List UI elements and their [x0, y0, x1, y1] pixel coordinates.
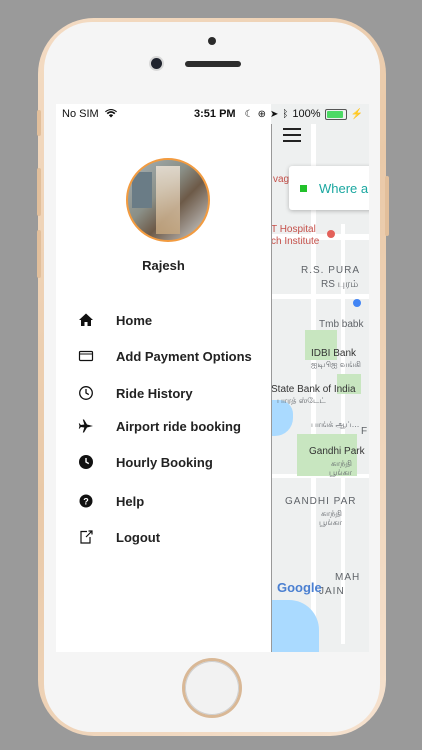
map-label: T Hospital — [271, 224, 316, 235]
map-label: IDBI Bank — [311, 348, 357, 359]
map-label: பாரத் ஸ்டேட் — [277, 396, 326, 405]
menu-item-label: Ride History — [116, 385, 193, 401]
clock-time: 3:51 PM — [194, 108, 236, 120]
destination-search-box[interactable]: Where ar — [289, 166, 369, 210]
place-pin-icon[interactable] — [353, 299, 361, 307]
map-label: ch Institute — [271, 236, 320, 247]
mute-switch — [37, 110, 41, 136]
moon-icon: ☾ — [244, 108, 254, 120]
map-label: ஐடிபிஐ வங்கி — [311, 360, 361, 369]
map-label: பூங்கா — [319, 518, 343, 527]
menu-item-label: Logout — [116, 529, 161, 545]
map-label: MAH — [335, 572, 361, 583]
menu-item-home[interactable]: Home — [78, 308, 268, 332]
carrier-label: No SIM — [62, 108, 99, 120]
screen: No SIM 3:51 PM ☾ ⊕ ➤ ᛒ 100% ⚡ vaga T Hos… — [56, 104, 369, 652]
charging-icon: ⚡ — [350, 108, 363, 120]
map-label: State Bank of India — [271, 384, 356, 395]
home-button[interactable] — [185, 661, 239, 715]
status-bar: No SIM 3:51 PM ☾ ⊕ ➤ ᛒ 100% ⚡ — [56, 104, 369, 124]
menu-item-label: Home — [116, 312, 153, 328]
map-label: பூங்கா — [329, 468, 353, 477]
rotation-lock-icon: ⊕ — [257, 108, 267, 120]
map-label: Gandhi Park — [309, 446, 365, 457]
menu-item-logout[interactable]: Logout — [78, 525, 268, 549]
menu-item-airport-ride-booking[interactable]: Airport ride booking — [78, 414, 268, 438]
map-label: GANDHI PAR — [285, 496, 357, 507]
menu-item-help[interactable]: ? Help — [78, 489, 268, 513]
location-arrow-icon: ➤ — [270, 108, 279, 120]
bluetooth-icon: ᛒ — [282, 108, 289, 120]
hospital-pin-icon[interactable] — [327, 230, 335, 238]
menu-item-label: Hourly Booking — [116, 454, 213, 470]
help-icon: ? — [79, 494, 93, 508]
battery-level — [326, 110, 343, 118]
earpiece-speaker — [185, 61, 241, 67]
profile-name: Rajesh — [142, 258, 185, 273]
google-logo: Google — [277, 580, 322, 595]
menu-item-label: Help — [116, 493, 145, 509]
airplane-icon — [78, 419, 93, 433]
map-road — [271, 294, 369, 299]
front-camera — [151, 58, 162, 69]
volume-up-button — [37, 168, 41, 216]
destination-search-placeholder[interactable]: Where ar — [319, 181, 369, 196]
map-label: RS புரம் — [321, 279, 359, 290]
map-label: JAIN — [319, 586, 345, 597]
proximity-sensor — [208, 37, 216, 45]
menu-item-hourly-booking[interactable]: Hourly Booking — [78, 450, 268, 474]
svg-text:?: ? — [83, 497, 89, 507]
volume-down-button — [37, 230, 41, 278]
menu-item-ride-history[interactable]: Ride History — [78, 381, 268, 405]
logout-icon — [80, 530, 93, 544]
clock-icon — [79, 386, 93, 400]
map-label: R.S. PURA — [301, 265, 361, 276]
map-label: பாங்க் ஆப்… — [311, 420, 360, 429]
battery-icon — [324, 108, 347, 120]
menu-hamburger-icon[interactable] — [283, 128, 301, 142]
menu-item-add-payment-options[interactable]: Add Payment Options — [78, 344, 268, 368]
avatar[interactable] — [126, 158, 210, 242]
home-icon — [79, 313, 93, 326]
menu-item-label: Airport ride booking — [116, 418, 241, 434]
navigation-drawer: Rajesh Home Add Payment Options Ride His… — [56, 124, 272, 652]
map-label: F — [361, 426, 368, 437]
clock-filled-icon — [79, 455, 93, 469]
map-view[interactable]: vaga T Hospital ch Institute R.S. PURA R… — [271, 104, 369, 652]
power-button — [385, 176, 389, 236]
battery-percent: 100% — [292, 108, 321, 120]
card-icon — [78, 350, 94, 362]
wifi-icon — [104, 109, 117, 118]
map-label: Tmb babk — [319, 319, 364, 330]
destination-dot-icon — [300, 185, 307, 192]
menu-item-label: Add Payment Options — [116, 348, 252, 364]
